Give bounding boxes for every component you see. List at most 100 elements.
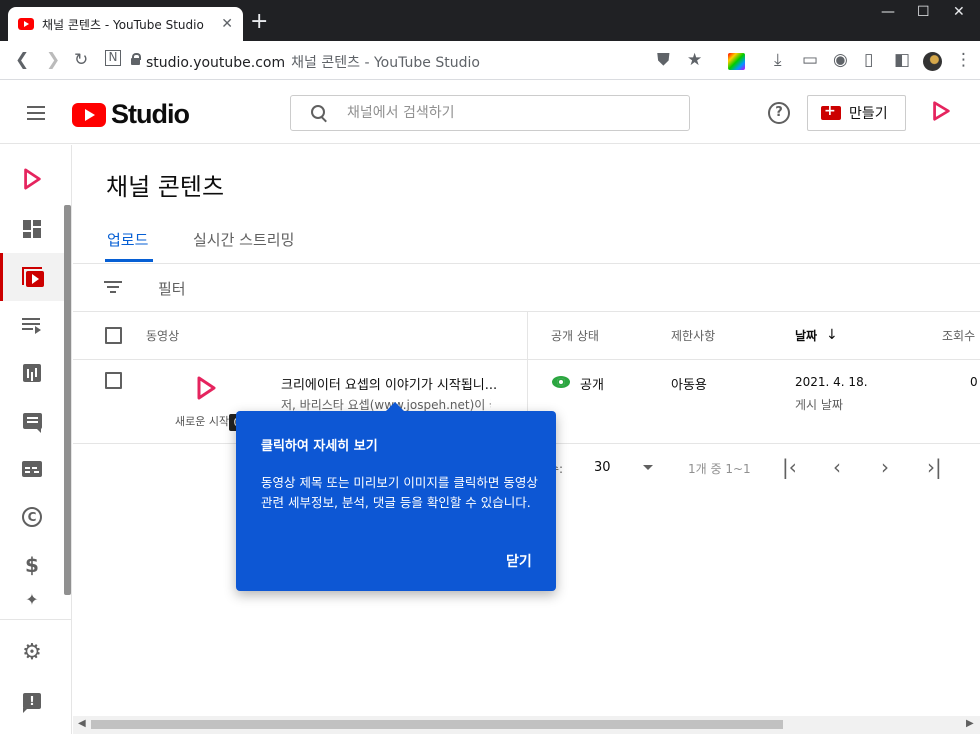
active-tab-indicator [105,259,153,262]
thumbnail-logo-icon [197,376,216,400]
prev-page-icon[interactable]: ‹ [833,455,841,479]
sidebar-divider [0,619,72,620]
side-panel-icon[interactable]: ◧ [894,49,910,71]
sidebar-item-comments[interactable] [0,397,64,445]
sidebar-item-monetization[interactable]: $ [0,541,64,589]
visibility-value[interactable]: 공개 [580,374,604,393]
browser-tab[interactable]: 채널 콘텐츠 - YouTube Studio ✕ [8,7,243,41]
thumbnail-caption: 새로운 시작 [175,415,230,428]
youtube-favicon-icon [18,18,34,30]
channel-search[interactable] [290,95,690,131]
filter-icon[interactable] [104,281,122,295]
scrollbar-thumb[interactable] [91,720,783,729]
copyright-icon: C [22,507,42,527]
last-page-icon[interactable]: ›| [927,455,942,479]
sidebar-scrollbar[interactable] [64,205,71,595]
create-button[interactable]: 만들기 [807,95,906,131]
column-header-views[interactable]: 조회수 [942,327,975,344]
shield-icon[interactable]: ⛊ [657,49,670,71]
window-minimize-button[interactable]: — [881,4,895,20]
filter-input[interactable]: 필터 [158,278,186,299]
sidebar-item-analytics[interactable] [0,349,64,397]
url-domain: studio.youtube.com [146,55,286,71]
column-header-video: 동영상 [146,329,180,343]
sort-down-arrow-icon[interactable]: ↓ [826,327,838,343]
sidebar-item-copyright[interactable]: C [0,493,64,541]
next-page-icon[interactable]: › [881,455,889,479]
sidebar-channel-avatar[interactable] [0,155,64,203]
search-icon[interactable] [311,105,327,121]
browser-menu-icon[interactable]: ⋮ [955,49,972,71]
channel-logo-icon [24,168,41,190]
studio-header: Studio ? 만들기 [0,81,980,144]
rows-per-page-select[interactable]: 30 [594,460,611,475]
tabs-divider [73,263,980,264]
playlist-icon [21,314,43,336]
sidebar-item-feedback[interactable]: ! [0,677,64,725]
url-page-title: 채널 콘텐츠 - YouTube Studio [291,55,480,71]
sidebar-item-dashboard[interactable] [0,205,64,253]
dollar-icon: $ [25,553,39,577]
reader-icon[interactable]: ▯ [864,49,873,71]
color-extension-icon[interactable] [728,53,745,70]
subtitles-icon [22,461,42,477]
sidebar-item-customization[interactable]: ✦ [0,589,64,617]
tooltip-close-button[interactable]: 닫기 [506,551,532,571]
studio-sidebar: C $ ✦ ⚙ ! [0,145,72,734]
forward-icon[interactable]: ❯ [46,49,60,71]
new-tab-button[interactable]: + [250,11,268,33]
video-title[interactable]: 크리에이터 요셉의 이야기가 시작됩니... [281,374,516,393]
window-close-button[interactable]: ✕ [953,4,965,20]
video-camera-icon[interactable]: ▭ [802,49,818,71]
dropdown-caret-icon[interactable] [643,465,653,470]
reload-icon[interactable]: ↻ [74,49,88,71]
tab-uploads[interactable]: 업로드 [107,229,148,250]
youtube-studio-logo[interactable]: Studio [72,99,190,130]
scroll-left-arrow-icon[interactable]: ◀ [78,718,86,729]
bookmark-star-icon[interactable]: ★ [687,49,702,71]
browser-tabstrip: 채널 콘텐츠 - YouTube Studio ✕ + — ☐ ✕ [0,0,980,41]
search-input[interactable] [347,103,667,123]
lock-icon[interactable] [131,53,141,65]
select-all-checkbox[interactable] [105,327,122,344]
channel-avatar[interactable] [930,100,952,122]
row-checkbox[interactable] [105,372,122,389]
feedback-icon: ! [23,693,41,713]
window-maximize-button[interactable]: ☐ [917,4,930,20]
sidebar-item-playlists[interactable] [0,301,64,349]
camera-icon[interactable]: ◉ [833,49,848,71]
sidebar-item-content[interactable] [0,253,64,301]
page-title: 채널 콘텐츠 [106,173,225,201]
column-header-restrictions: 제한사항 [671,329,716,343]
tab-title: 채널 콘텐츠 - YouTube Studio [42,17,204,32]
magic-wand-icon: ✦ [25,590,39,609]
download-icon[interactable]: ⤓ [774,49,782,71]
address-bar[interactable]: studio.youtube.com 채널 콘텐츠 - YouTube Studi… [146,52,480,72]
browser-toolbar: ❮ ❯ ↻ N studio.youtube.com 채널 콘텐츠 - YouTu… [0,41,980,80]
first-page-icon[interactable]: |‹ [782,455,797,479]
help-icon[interactable]: ? [768,102,790,124]
scroll-right-arrow-icon[interactable]: ▶ [966,718,974,729]
hamburger-menu-icon[interactable] [27,106,47,120]
create-label: 만들기 [849,106,888,122]
onboarding-tooltip: 클릭하여 자세히 보기 동영상 제목 또는 미리보기 이미지를 클릭하면 동영상… [236,402,556,591]
visibility-eye-icon[interactable] [552,376,570,388]
logo-text: Studio [111,99,190,129]
browser-profile-avatar[interactable] [923,52,942,71]
comments-icon [22,413,42,433]
views-value: 0 [970,375,978,389]
column-header-date[interactable]: 날짜 [795,327,817,344]
pagination-range: 1개 중 1~1 [688,462,751,476]
header-divider [73,359,980,360]
tab-live[interactable]: 실시간 스트리밍 [193,229,294,250]
restriction-value: 아동용 [671,378,707,393]
content-icon [22,267,44,287]
tab-close-icon[interactable]: ✕ [221,16,233,32]
date-subtext: 게시 날짜 [795,398,843,412]
sidebar-item-subtitles[interactable] [0,445,64,493]
create-video-icon [821,103,841,120]
back-icon[interactable]: ❮ [15,49,29,71]
horizontal-scrollbar[interactable]: ◀ ▶ [73,716,980,734]
sidebar-item-settings[interactable]: ⚙ [0,629,64,677]
notion-extension-icon[interactable]: N [105,50,121,66]
